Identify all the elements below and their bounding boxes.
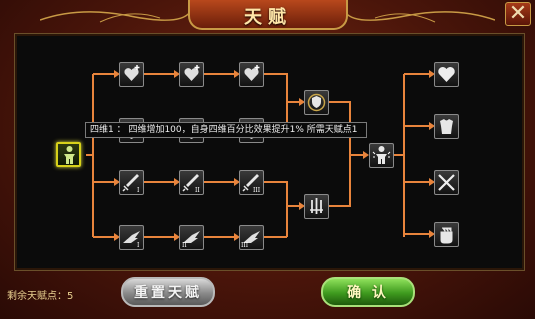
talent-atk-2[interactable]: II <box>179 170 204 195</box>
talent-atk-master[interactable] <box>304 194 329 219</box>
talent-out-atk[interactable] <box>434 170 459 195</box>
remaining-points: 剩余天赋点：5 <box>7 291 74 302</box>
svg-text:I: I <box>137 242 140 249</box>
heart-plus-icon <box>184 65 200 81</box>
talent-tree-panel: I II III I II III <box>14 33 525 271</box>
window-title: 天赋 <box>244 7 292 28</box>
talent-window: 天赋 ✕ I II III I II III 四维1 ： 四维增加100，自身四… <box>0 0 535 319</box>
wing-i-icon: I <box>123 231 140 249</box>
figure-icon <box>372 146 391 164</box>
svg-text:III: III <box>241 242 249 249</box>
talent-tooltip: 四维1 ： 四维增加100，自身四维百分比效果提升1% 所需天赋点1 <box>85 122 367 138</box>
talent-hp-3[interactable] <box>239 62 264 87</box>
figure-icon <box>64 146 75 164</box>
talent-def-master[interactable] <box>304 90 329 115</box>
talent-root[interactable] <box>56 142 81 167</box>
swords-cross-icon <box>438 174 455 191</box>
title-swirl-right <box>345 11 495 23</box>
talent-spd-3[interactable]: III <box>239 225 264 250</box>
sword-ii-icon: II <box>182 174 200 194</box>
heart-plus-icon <box>124 65 140 81</box>
confirm-button[interactable]: 确 认 <box>321 277 415 307</box>
close-button[interactable]: ✕ <box>505 2 531 26</box>
heart-icon <box>438 66 455 82</box>
talent-core[interactable] <box>369 143 394 168</box>
talent-atk-3[interactable]: III <box>239 170 264 195</box>
wing-ii-icon: II <box>182 231 200 249</box>
talent-spd-1[interactable]: I <box>119 225 144 250</box>
talent-out-hp[interactable] <box>434 62 459 87</box>
svg-text:III: III <box>253 187 261 194</box>
talent-hp-1[interactable] <box>119 62 144 87</box>
shield-gold-icon <box>307 93 326 112</box>
talent-out-def[interactable] <box>434 114 459 139</box>
svg-text:II: II <box>195 187 200 194</box>
svg-text:II: II <box>182 242 187 249</box>
svg-text:I: I <box>137 187 140 194</box>
reset-talents-button[interactable]: 重置天赋 <box>121 277 215 307</box>
sword-iii-icon: III <box>242 174 261 194</box>
close-icon: ✕ <box>508 1 528 26</box>
talent-atk-1[interactable]: I <box>119 170 144 195</box>
talent-out-spd[interactable] <box>434 222 459 247</box>
sword-i-icon: I <box>122 174 140 194</box>
fist-icon <box>440 227 453 244</box>
title-swirl-left <box>40 11 190 23</box>
wing-iii-icon: III <box>241 231 260 249</box>
heart-plus-icon <box>244 65 260 81</box>
talent-spd-2[interactable]: II <box>179 225 204 250</box>
armor-icon <box>440 119 453 134</box>
talent-hp-2[interactable] <box>179 62 204 87</box>
title-banner: 天赋 <box>188 0 348 30</box>
sword-triple-icon <box>310 198 323 214</box>
